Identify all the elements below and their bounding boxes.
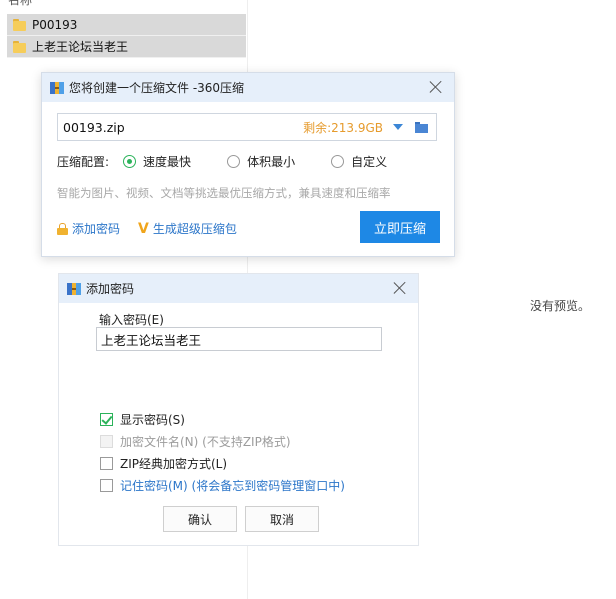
radio-custom[interactable]: 自定义 bbox=[331, 153, 387, 170]
file-row-folder-2[interactable]: 上老王论坛当老王 bbox=[7, 36, 246, 58]
radio-label: 速度最快 bbox=[143, 155, 192, 169]
vip-icon: V bbox=[138, 220, 149, 237]
radio-button[interactable] bbox=[331, 155, 345, 168]
radio-button[interactable] bbox=[227, 155, 241, 168]
file-list: P00193 上老王论坛当老王 bbox=[7, 14, 246, 58]
file-row-p00193[interactable]: P00193 bbox=[7, 14, 246, 36]
compress-dialog-title: 您将创建一个压缩文件 -360压缩 bbox=[69, 81, 245, 95]
checkbox-label: ZIP经典加密方式(L) bbox=[120, 457, 228, 471]
checkbox-label: 加密文件名(N) (不支持ZIP格式) bbox=[120, 435, 291, 449]
add-password-link[interactable]: 添加密码 bbox=[72, 220, 120, 237]
free-space-label: 剩余:213.9GB bbox=[303, 120, 383, 135]
password-dialog-titlebar[interactable]: 添加密码 bbox=[59, 274, 418, 303]
radio-label: 自定义 bbox=[351, 155, 388, 169]
archive-path-field[interactable]: 00193.zip 剩余:213.9GB bbox=[57, 113, 437, 141]
compress-dialog-titlebar[interactable]: 您将创建一个压缩文件 -360压缩 bbox=[42, 73, 454, 102]
radio-fastest[interactable]: 速度最快 bbox=[123, 153, 191, 170]
super-package-link[interactable]: 生成超级压缩包 bbox=[153, 220, 237, 237]
radio-button[interactable] bbox=[123, 155, 137, 168]
lock-icon bbox=[57, 222, 68, 235]
360-zip-app-icon bbox=[67, 282, 81, 296]
folder-icon bbox=[13, 40, 26, 53]
file-name: P00193 bbox=[32, 17, 78, 32]
checkbox-label: 记住密码(M) (将会备忘到密码管理窗口中) bbox=[120, 479, 345, 493]
password-input-label: 输入密码(E) bbox=[99, 313, 164, 327]
column-header-name: 名称 bbox=[8, 0, 33, 7]
no-preview-text: 没有预览。 bbox=[530, 299, 591, 313]
password-dialog-title: 添加密码 bbox=[86, 282, 135, 296]
checkbox-label: 显示密码(S) bbox=[120, 413, 185, 427]
checkbox[interactable] bbox=[100, 479, 113, 492]
checkbox[interactable] bbox=[100, 413, 113, 426]
close-icon[interactable] bbox=[428, 79, 444, 95]
link-row: 添加密码 V 生成超级压缩包 bbox=[57, 220, 255, 237]
radio-label: 体积最小 bbox=[247, 155, 296, 169]
cancel-button[interactable]: 取消 bbox=[245, 506, 319, 532]
compress-config-row: 压缩配置: 速度最快 体积最小 自定义 bbox=[57, 153, 409, 170]
encrypt-filename-option: 加密文件名(N) (不支持ZIP格式) bbox=[100, 433, 291, 450]
radio-smallest[interactable]: 体积最小 bbox=[227, 153, 295, 170]
file-name: 上老王论坛当老王 bbox=[32, 40, 129, 54]
add-password-dialog: 添加密码 输入密码(E) 显示密码(S) 加密文件名(N) (不支持ZIP格式)… bbox=[58, 273, 419, 546]
browse-folder-icon[interactable] bbox=[415, 121, 428, 133]
archive-file-name[interactable]: 00193.zip bbox=[63, 120, 303, 135]
checkbox[interactable] bbox=[100, 457, 113, 470]
compress-hint: 智能为图片、视频、文档等挑选最优压缩方式，兼具速度和压缩率 bbox=[57, 186, 391, 200]
compress-dialog: 您将创建一个压缩文件 -360压缩 00193.zip 剩余:213.9GB 压… bbox=[41, 72, 455, 257]
show-password-option[interactable]: 显示密码(S) bbox=[100, 411, 185, 428]
zip-classic-encryption-option[interactable]: ZIP经典加密方式(L) bbox=[100, 455, 227, 472]
checkbox bbox=[100, 435, 113, 448]
360-zip-app-icon bbox=[50, 81, 64, 95]
password-input[interactable] bbox=[96, 327, 382, 351]
confirm-button[interactable]: 确认 bbox=[163, 506, 237, 532]
config-label: 压缩配置: bbox=[57, 155, 110, 169]
chevron-down-icon[interactable] bbox=[393, 124, 403, 130]
close-icon[interactable] bbox=[392, 280, 408, 296]
folder-icon bbox=[13, 18, 26, 31]
compress-now-button[interactable]: 立即压缩 bbox=[360, 211, 440, 243]
remember-password-option[interactable]: 记住密码(M) (将会备忘到密码管理窗口中) bbox=[100, 477, 345, 494]
